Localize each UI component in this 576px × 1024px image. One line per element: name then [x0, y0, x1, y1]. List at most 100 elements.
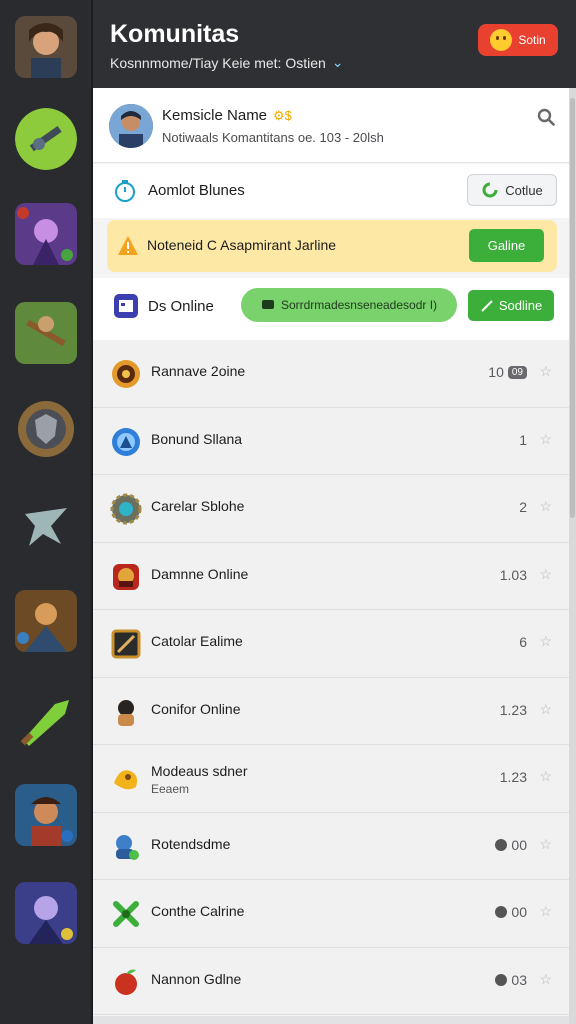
online-status-pill-label: Sorrdrmadesnseneadesodr I) — [280, 298, 438, 312]
timer-icon — [115, 180, 135, 202]
mage-hero-icon[interactable] — [15, 203, 77, 265]
status-dot-icon — [495, 906, 508, 918]
rifle-game-icon[interactable] — [15, 108, 77, 170]
star-icon[interactable]: ☆ — [539, 633, 552, 650]
list-item[interactable]: Catolar Ealime 6 ☆ — [93, 610, 569, 678]
list-item-count: 1.03 — [499, 566, 527, 583]
list-item[interactable]: Conifor Online 1.23 ☆ — [93, 677, 569, 745]
pirate-hero-icon[interactable] — [15, 784, 77, 846]
star-icon[interactable]: ☆ — [539, 701, 552, 718]
emoji-icon — [490, 29, 513, 51]
warrior-game-icon[interactable] — [15, 590, 77, 652]
list-item-label: Rannave 2oine — [151, 363, 246, 379]
bottom-bar — [93, 1016, 569, 1024]
list-item[interactable]: Nannon Gdlne 03 ☆ — [93, 947, 569, 1015]
blue-robot-icon — [116, 834, 139, 860]
list-item-label: Nannon Gdlne — [151, 970, 242, 987]
list-item-count: 2 — [519, 499, 527, 515]
list-item-count: 10 — [488, 364, 504, 380]
list-item-label: Conthe Calrine — [151, 903, 245, 919]
star-icon[interactable]: ☆ — [539, 566, 552, 583]
star-icon[interactable]: ☆ — [539, 903, 552, 920]
list-item-count: 6 — [519, 634, 527, 650]
community-subtitle: Kosnnmome/Tiay Keie met: Ostien — [110, 54, 326, 71]
online-status-pill[interactable]: Sorrdrmadesnseneadesodr I) — [241, 288, 457, 322]
lightning-hero-icon[interactable] — [15, 882, 77, 944]
teal-gear-icon — [110, 493, 142, 525]
star-icon[interactable]: ☆ — [539, 498, 552, 515]
sword-emblem-icon[interactable] — [15, 496, 77, 558]
list-item-count: 00 — [511, 836, 527, 853]
notification-banner-label: Noteneid C Asapmirant Jarline — [147, 237, 337, 253]
profile-card[interactable]: Kemsicle Name ⚙$ Notiwaals Komantitans o… — [93, 88, 569, 163]
community-panel: Kemsicle Name ⚙$ Notiwaals Komantitans o… — [93, 88, 569, 1024]
status-row-button[interactable]: Cotlue — [467, 174, 557, 206]
status-row-button-label: Cotlue — [505, 182, 543, 198]
list-item-count: 00 — [511, 904, 527, 920]
arrow-card-icon — [111, 629, 141, 659]
warning-icon — [118, 236, 138, 255]
app-header: Komunitas Kosnnmome/Tiay Keie met: Ostie… — [93, 0, 576, 88]
orange-orb-icon — [112, 360, 140, 388]
green-cross-icon — [113, 901, 139, 927]
chat-icon — [261, 300, 274, 309]
list-item-count: 1 — [519, 431, 527, 448]
red-apple-icon — [115, 969, 137, 995]
list-item-label: Damnne Online — [151, 565, 249, 582]
profile-name: Kemsicle Name — [162, 107, 268, 124]
shield-emblem-icon[interactable] — [15, 398, 77, 460]
list-item-label: Catolar Ealime — [151, 633, 243, 649]
status-row-label: Aomlot Blunes — [148, 182, 245, 199]
star-icon[interactable]: ☆ — [539, 363, 552, 380]
list-item-label: Carelar Sblohe — [151, 498, 245, 514]
list-item-tag: 09 — [507, 365, 527, 379]
star-icon[interactable]: ☆ — [539, 971, 552, 988]
star-icon[interactable]: ☆ — [539, 431, 552, 448]
red-helmet-icon — [113, 563, 139, 590]
banner-online-button[interactable]: Galine — [469, 229, 544, 262]
list-item-label: Rotendsdme — [151, 835, 231, 852]
list-item-count: 03 — [511, 971, 527, 988]
list-item[interactable]: Carelar Sblohe 2 ☆ — [93, 475, 569, 543]
online-row-button-label: Sodline — [498, 298, 543, 313]
status-dot-icon — [495, 973, 508, 986]
gear-badge-icon: ⚙$ — [273, 107, 292, 123]
community-switcher[interactable]: Kosnnmome/Tiay Keie met: Ostien ⌄ — [110, 54, 344, 71]
game-rail — [0, 0, 91, 1024]
chevron-down-icon: ⌄ — [331, 54, 344, 70]
header-action-button[interactable]: Sotin — [478, 24, 558, 56]
pencil-icon — [481, 299, 493, 312]
banner-online-button-label: Galine — [487, 238, 526, 253]
star-icon[interactable]: ☆ — [539, 836, 552, 853]
list-item-count: 1.23 — [499, 769, 527, 785]
calendar-icon — [114, 294, 138, 318]
green-blade-icon[interactable] — [15, 690, 77, 752]
list-item[interactable]: Conthe Calrine 00 ☆ — [93, 880, 569, 948]
list-item[interactable]: Rannave 2oine 10 09 ☆ — [93, 340, 569, 408]
archer-game-icon[interactable] — [15, 302, 77, 364]
blue-compass-icon — [112, 427, 140, 456]
list-item[interactable]: Damnne Online 1.03 ☆ — [93, 542, 569, 610]
online-row-button[interactable]: Sodline — [468, 290, 554, 321]
list-item-label: Bonund Sllana — [151, 430, 243, 447]
scrollbar-thumb[interactable] — [570, 98, 575, 518]
star-icon[interactable]: ☆ — [539, 768, 552, 785]
dark-character-icon — [118, 699, 134, 726]
list-item[interactable]: Bonund Sllana 1 ☆ — [93, 407, 569, 475]
hero-portrait-icon[interactable] — [15, 16, 77, 78]
search-icon[interactable] — [537, 108, 555, 126]
list-item[interactable]: Modeaus sdner Eeaem 1.23 ☆ — [93, 745, 569, 813]
gold-creature-icon — [114, 770, 138, 790]
list-item-label: Conifor Online — [151, 700, 241, 717]
list-item-label: Modeaus sdner — [151, 763, 248, 779]
profile-subtitle: Notiwaals Komantitans oe. 103 - 20lsh — [162, 130, 384, 145]
avatar[interactable] — [109, 104, 153, 148]
panel-scrollbar[interactable] — [569, 88, 576, 1024]
status-dot-icon — [495, 838, 508, 851]
list-item[interactable]: Rotendsdme 00 ☆ — [93, 812, 569, 880]
online-row: Ds Online Sorrdrmadesnseneadesodr I) Sod… — [93, 278, 569, 340]
online-row-label: Ds Online — [148, 298, 214, 315]
community-list: Rannave 2oine 10 09 ☆ Bonund Sllana 1 ☆ C… — [93, 340, 569, 1015]
header-action-label: Sotin — [518, 33, 546, 47]
refresh-icon — [482, 182, 498, 198]
